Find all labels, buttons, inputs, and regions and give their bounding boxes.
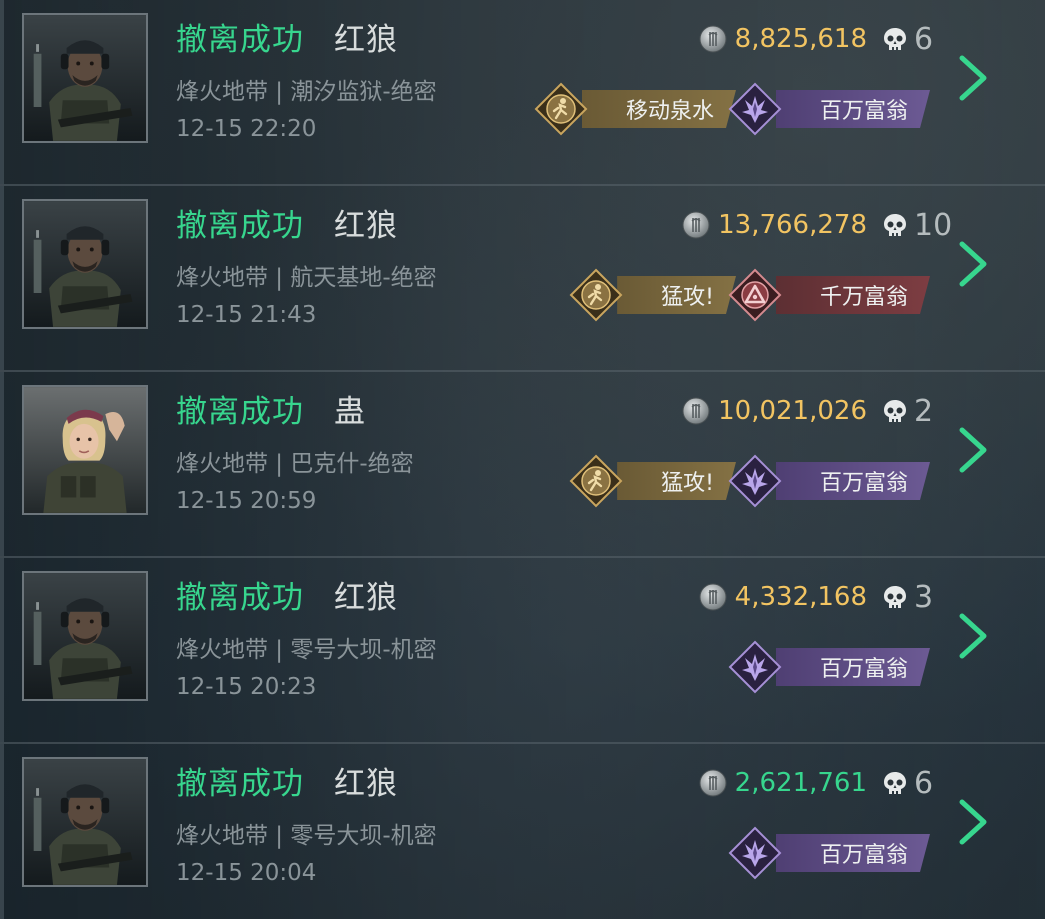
operator-name: 红狼 bbox=[334, 208, 398, 244]
badge-list: 百万富翁 bbox=[728, 640, 930, 694]
badge-list: 猛攻! 千万富翁 bbox=[569, 268, 930, 322]
achievement-badge-plate: 百万富翁 bbox=[776, 648, 930, 686]
kill-count: 6 bbox=[914, 22, 934, 57]
achievement-badge-plate: 猛攻! bbox=[617, 462, 736, 500]
loot-value: 4,332,168 bbox=[734, 582, 867, 612]
loot-value-group: 13,766,278 bbox=[682, 210, 867, 240]
match-record-row[interactable]: 撤离成功 红狼烽火地带 | 航天基地-绝密 12-15 21:43 13,766,27… bbox=[0, 186, 1045, 372]
kill-count-group: 3 bbox=[880, 580, 933, 615]
achievement-badge: 百万富翁 bbox=[728, 826, 930, 880]
achievement-badge-plate: 猛攻! bbox=[617, 276, 736, 314]
operator-name: 红狼 bbox=[334, 580, 398, 616]
operator-name: 红狼 bbox=[334, 22, 398, 58]
match-record-row[interactable]: 撤离成功 红狼烽火地带 | 潮汐监狱-绝密 12-15 22:20 8,825,618… bbox=[0, 0, 1045, 186]
match-record-row[interactable]: 撤离成功 红狼烽火地带 | 零号大坝-机密 12-15 20:23 4,332,168… bbox=[0, 558, 1045, 744]
operator-name: 红狼 bbox=[334, 766, 398, 802]
map-location: 烽火地带 | 潮汐监狱-绝密 bbox=[176, 79, 437, 105]
loot-value: 2,621,761 bbox=[734, 768, 867, 798]
badge-label: 猛攻! bbox=[661, 285, 714, 310]
coin-icon bbox=[699, 25, 727, 53]
match-time: 12-15 20:59 bbox=[176, 488, 317, 514]
operator-avatar bbox=[22, 571, 148, 701]
skull-icon bbox=[880, 397, 910, 427]
badge-label: 百万富翁 bbox=[819, 843, 908, 868]
badge-label: 移动泉水 bbox=[625, 99, 714, 124]
map-location: 烽火地带 | 航天基地-绝密 bbox=[176, 265, 437, 291]
loot-value-group: 4,332,168 bbox=[699, 582, 867, 612]
coin-icon bbox=[699, 769, 727, 797]
match-history-list: 撤离成功 红狼 烽火地带 | 潮汐监狱-绝密 12-15 22:20 8,825,618… bbox=[0, 0, 1045, 919]
achievement-badge-plate: 百万富翁 bbox=[776, 90, 930, 128]
skull-icon bbox=[880, 25, 910, 55]
match-record-row[interactable]: 撤离成功蛊烽火地带 | 巴克什-绝密 12-15 20:59 10,021,026 2… bbox=[0, 372, 1045, 558]
achievement-badge-plate: 百万富翁 bbox=[776, 462, 930, 500]
achievement-badge-plate: 百万富翁 bbox=[776, 834, 930, 872]
operator-avatar bbox=[22, 757, 148, 887]
loot-value-group: 10,021,026 bbox=[682, 396, 867, 426]
badge-label: 百万富翁 bbox=[819, 99, 908, 124]
operator-name: 蛊 bbox=[334, 394, 366, 430]
match-time: 12-15 20:04 bbox=[176, 860, 317, 886]
loot-value: 13,766,278 bbox=[718, 210, 867, 240]
loot-value: 10,021,026 bbox=[718, 396, 867, 426]
loot-value-group: 8,825,618 bbox=[699, 24, 867, 54]
badge-label: 猛攻! bbox=[661, 471, 714, 496]
kill-count-group: 2 bbox=[880, 394, 933, 429]
kill-count-group: 6 bbox=[880, 22, 933, 57]
skull-icon bbox=[880, 583, 910, 613]
achievement-badge: 猛攻! bbox=[569, 268, 736, 322]
achievement-badge-plate: 千万富翁 bbox=[776, 276, 930, 314]
badge-label: 百万富翁 bbox=[819, 657, 908, 682]
kill-count-group: 6 bbox=[880, 766, 933, 801]
coin-icon bbox=[682, 211, 710, 239]
match-record-row[interactable]: 撤离成功 红狼烽火地带 | 零号大坝-机密 12-15 20:04 2,621,761… bbox=[0, 744, 1045, 919]
achievement-badge: 千万富翁 bbox=[728, 268, 930, 322]
kill-count: 2 bbox=[914, 394, 934, 429]
kill-count: 3 bbox=[914, 580, 934, 615]
achievement-badge: 百万富翁 bbox=[728, 454, 930, 508]
skull-icon bbox=[880, 769, 910, 799]
loot-value: 8,825,618 bbox=[734, 24, 867, 54]
match-time: 12-15 20:23 bbox=[176, 674, 317, 700]
badge-label: 百万富翁 bbox=[819, 471, 908, 496]
badge-label: 千万富翁 bbox=[819, 285, 908, 310]
kill-count: 6 bbox=[914, 766, 934, 801]
coin-icon bbox=[682, 397, 710, 425]
skull-icon bbox=[880, 211, 910, 241]
operator-avatar bbox=[22, 385, 148, 515]
match-time: 12-15 21:43 bbox=[176, 302, 317, 328]
extraction-status: 撤离成功 bbox=[176, 22, 304, 58]
achievement-badge: 猛攻! bbox=[569, 454, 736, 508]
kill-count: 10 bbox=[914, 208, 953, 243]
match-time: 12-15 22:20 bbox=[176, 116, 317, 142]
extraction-status: 撤离成功 bbox=[176, 394, 304, 430]
badge-list: 百万富翁 bbox=[728, 826, 930, 880]
operator-avatar bbox=[22, 13, 148, 143]
coin-icon bbox=[699, 583, 727, 611]
achievement-badge: 百万富翁 bbox=[728, 640, 930, 694]
extraction-status: 撤离成功 bbox=[176, 766, 304, 802]
map-location: 烽火地带 | 零号大坝-机密 bbox=[176, 637, 437, 663]
extraction-status: 撤离成功 bbox=[176, 580, 304, 616]
map-location: 烽火地带 | 零号大坝-机密 bbox=[176, 823, 437, 849]
operator-avatar bbox=[22, 199, 148, 329]
achievement-badge: 百万富翁 bbox=[728, 82, 930, 136]
loot-value-group: 2,621,761 bbox=[699, 768, 867, 798]
kill-count-group: 10 bbox=[880, 208, 952, 243]
extraction-status: 撤离成功 bbox=[176, 208, 304, 244]
badge-list: 移动泉水 百万富翁 bbox=[534, 82, 930, 136]
achievement-badge: 移动泉水 bbox=[534, 82, 736, 136]
achievement-badge-plate: 移动泉水 bbox=[582, 90, 736, 128]
map-location: 烽火地带 | 巴克什-绝密 bbox=[176, 451, 414, 477]
badge-list: 猛攻! 百万富翁 bbox=[569, 454, 930, 508]
